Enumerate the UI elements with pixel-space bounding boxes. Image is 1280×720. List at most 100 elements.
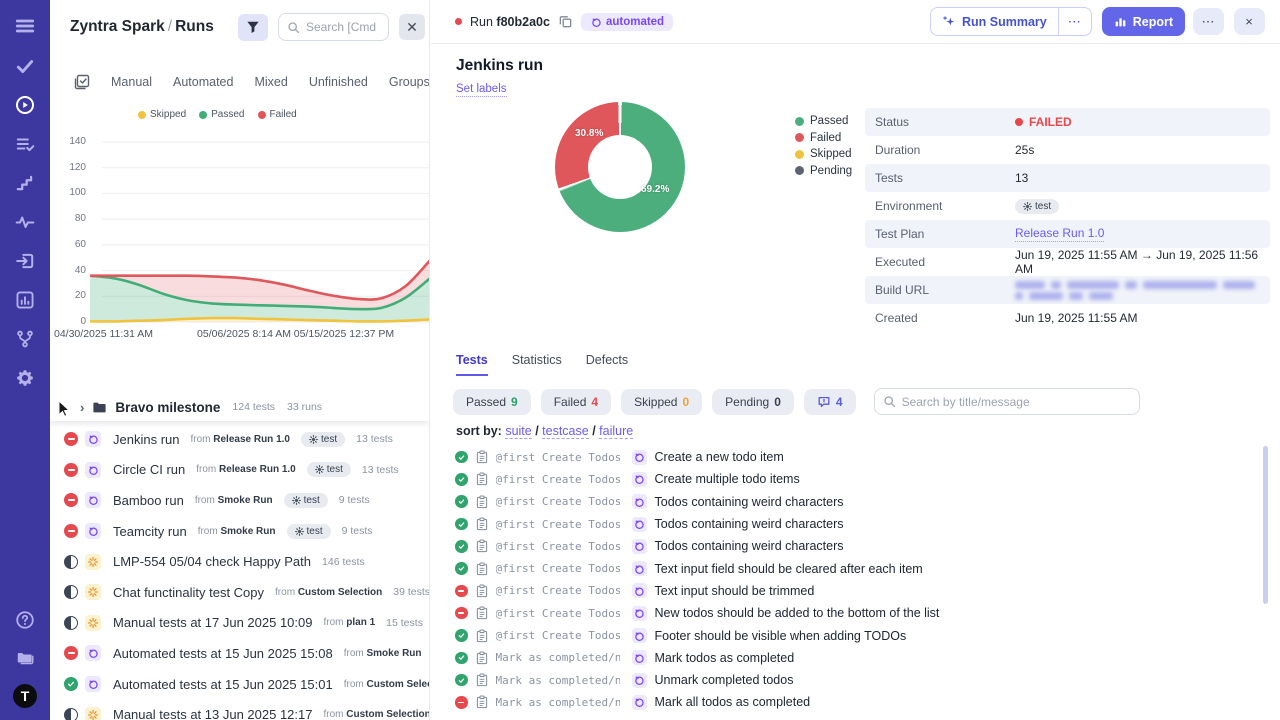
tests-search[interactable] bbox=[874, 388, 1140, 415]
filter-pill-failed[interactable]: Failed4 bbox=[541, 389, 611, 415]
steps-icon[interactable] bbox=[13, 171, 37, 195]
test-row[interactable]: @first Create Todos...Create multiple to… bbox=[455, 468, 1264, 490]
run-row[interactable]: Bamboo runfrom Smoke Runtest9 tests bbox=[50, 485, 429, 516]
help-icon[interactable] bbox=[13, 608, 37, 632]
environment-badge: test bbox=[287, 524, 331, 539]
run-summary-button[interactable]: Run Summary ⋯ bbox=[930, 7, 1092, 36]
run-list-icon[interactable] bbox=[13, 132, 37, 156]
test-row[interactable]: @first Create Todos... Text input field s… bbox=[455, 557, 1264, 579]
logo-icon[interactable]: T bbox=[13, 684, 37, 708]
chevron-right-icon[interactable]: › bbox=[80, 400, 84, 415]
test-row[interactable]: @first Create Todos...Todos containing w… bbox=[455, 491, 1264, 513]
automated-test-icon bbox=[632, 673, 647, 688]
close-detail-button[interactable]: × bbox=[1234, 8, 1265, 35]
run-plan-name: Release Run 1.0 bbox=[213, 434, 290, 445]
set-labels-link[interactable]: Set labels bbox=[456, 83, 507, 97]
filter-pill-pending[interactable]: Pending0 bbox=[712, 389, 794, 415]
tab-automated[interactable]: Automated bbox=[173, 75, 233, 89]
test-suite-name: @first Create Todos... bbox=[496, 495, 620, 508]
select-all-icon[interactable] bbox=[74, 74, 90, 90]
branch-icon[interactable] bbox=[13, 327, 37, 351]
run-row[interactable]: Automated tests at 15 Jun 2025 15:01from… bbox=[50, 669, 429, 700]
run-summary-more-button[interactable]: ⋯ bbox=[1058, 8, 1091, 35]
test-row[interactable]: Mark as completed/n...Unmark completed t… bbox=[455, 669, 1264, 691]
run-row[interactable]: Circle CI runfrom Release Run 1.0test13 … bbox=[50, 455, 429, 486]
menu-icon[interactable] bbox=[13, 14, 37, 38]
sort-by-suite-link[interactable]: suite bbox=[505, 424, 531, 439]
run-row[interactable]: Chat functinality test Copyfrom Custom S… bbox=[50, 577, 429, 608]
detail-tab-tests[interactable]: Tests bbox=[456, 353, 488, 376]
breadcrumb: Zyntra Spark/Runs bbox=[70, 18, 228, 36]
test-suite-name: @first Create Todos... bbox=[496, 518, 620, 531]
projects-icon[interactable] bbox=[13, 646, 37, 670]
test-suite-name: @first Create Todos... bbox=[496, 562, 620, 575]
test-row[interactable]: Mark as completed/n...Mark todos as comp… bbox=[455, 647, 1264, 669]
run-row[interactable]: Teamcity runfrom Smoke Runtest9 tests bbox=[50, 516, 429, 547]
pulse-icon[interactable] bbox=[13, 210, 37, 234]
run-name: Circle CI run bbox=[113, 462, 185, 477]
detail-tab-defects[interactable]: Defects bbox=[586, 353, 628, 376]
filter-button[interactable] bbox=[238, 14, 268, 41]
test-plan-link[interactable]: Release Run 1.0 bbox=[1015, 226, 1104, 242]
analytics-icon[interactable] bbox=[13, 288, 37, 312]
tests-scrollbar[interactable] bbox=[1263, 446, 1268, 604]
run-plan-name: Custom Selection bbox=[298, 587, 382, 598]
run-from-label: from Custom Selection bbox=[323, 709, 429, 720]
passed-status-icon bbox=[455, 451, 468, 464]
run-row[interactable]: LMP-554 05/04 check Happy Path146 tests bbox=[50, 546, 429, 577]
test-row[interactable]: @first Create Todos...Todos containing w… bbox=[455, 513, 1264, 535]
environment-badge: test bbox=[301, 432, 345, 447]
comment-icon bbox=[817, 395, 831, 409]
sort-by-testcase-link[interactable]: testcase bbox=[542, 424, 589, 439]
sort-by-failure-link[interactable]: failure bbox=[599, 424, 633, 439]
runs-search-input[interactable] bbox=[306, 20, 380, 34]
sidebar-nav bbox=[13, 54, 37, 390]
report-button[interactable]: Report bbox=[1102, 7, 1185, 36]
info-row-test-plan: Test PlanRelease Run 1.0 bbox=[865, 220, 1270, 248]
info-value: Jun 19, 2025 11:55 AM → Jun 19, 2025 11:… bbox=[1015, 248, 1260, 276]
info-label: Build URL bbox=[875, 283, 1015, 297]
filter-pill-skipped[interactable]: Skipped0 bbox=[621, 389, 702, 415]
run-from-label: from Smoke Run bbox=[195, 495, 273, 506]
run-info-table: StatusFAILEDDuration25sTests13Environmen… bbox=[865, 108, 1270, 332]
run-row[interactable]: Manual tests at 17 Jun 2025 10:09from pl… bbox=[50, 608, 429, 639]
close-panel-button[interactable]: ✕ bbox=[399, 14, 425, 40]
test-row[interactable]: @first Create Todos...Create a new todo … bbox=[455, 446, 1264, 468]
gear-icon[interactable] bbox=[13, 366, 37, 390]
info-row-executed: ExecutedJun 19, 2025 11:55 AM → Jun 19, … bbox=[865, 248, 1270, 276]
check-icon[interactable] bbox=[13, 54, 37, 78]
filter-pill-passed[interactable]: Passed9 bbox=[453, 389, 531, 415]
run-row[interactable]: Jenkins runfrom Release Run 1.0test13 te… bbox=[50, 424, 429, 455]
tab-manual[interactable]: Manual bbox=[111, 75, 152, 89]
run-row[interactable]: Automated tests at 15 Jun 2025 15:08from… bbox=[50, 638, 429, 669]
info-value: Jun 19, 2025 11:55 AM bbox=[1015, 311, 1138, 325]
copy-icon[interactable] bbox=[558, 14, 573, 29]
runs-search[interactable] bbox=[278, 13, 389, 41]
environment-badge: test bbox=[307, 462, 351, 477]
import-icon[interactable] bbox=[13, 249, 37, 273]
tab-groups[interactable]: Groups bbox=[389, 75, 430, 89]
clipboard-icon bbox=[476, 450, 488, 464]
test-row[interactable]: @first Create Todos...Text input should … bbox=[455, 580, 1264, 602]
run-name: Jenkins run bbox=[113, 432, 179, 447]
milestone-row[interactable]: › Bravo milestone 124 tests 33 runs bbox=[50, 393, 429, 421]
tab-unfinished[interactable]: Unfinished bbox=[309, 75, 368, 89]
more-actions-button[interactable]: ⋯ bbox=[1193, 8, 1224, 35]
tests-search-input[interactable] bbox=[902, 395, 1131, 409]
failed-status-icon bbox=[64, 524, 78, 538]
comments-filter-pill[interactable]: 4 bbox=[804, 389, 856, 415]
play-circle-icon[interactable] bbox=[13, 93, 37, 117]
test-row[interactable]: @first Create Todos...New todos should b… bbox=[455, 602, 1264, 624]
test-row[interactable]: @first Create Todos...Todos containing w… bbox=[455, 535, 1264, 557]
tab-mixed[interactable]: Mixed bbox=[254, 75, 287, 89]
test-title: Todos containing weird characters bbox=[655, 539, 844, 553]
run-plan-name: Smoke Run bbox=[218, 495, 273, 506]
run-row[interactable]: Manual tests at 13 Jun 2025 12:17from Cu… bbox=[50, 699, 429, 720]
test-row[interactable]: Mark as completed/n...Mark all todos as … bbox=[455, 691, 1264, 713]
run-detail-panel: Run f80b2a0c automated Run Summary ⋯ Rep… bbox=[431, 0, 1280, 720]
clipboard-icon bbox=[476, 651, 488, 665]
breadcrumb-project[interactable]: Zyntra Spark bbox=[70, 18, 165, 35]
detail-tab-statistics[interactable]: Statistics bbox=[512, 353, 562, 376]
test-row[interactable]: @first Create Todos...Footer should be v… bbox=[455, 624, 1264, 646]
test-title: Text input field should be cleared after… bbox=[655, 562, 923, 576]
